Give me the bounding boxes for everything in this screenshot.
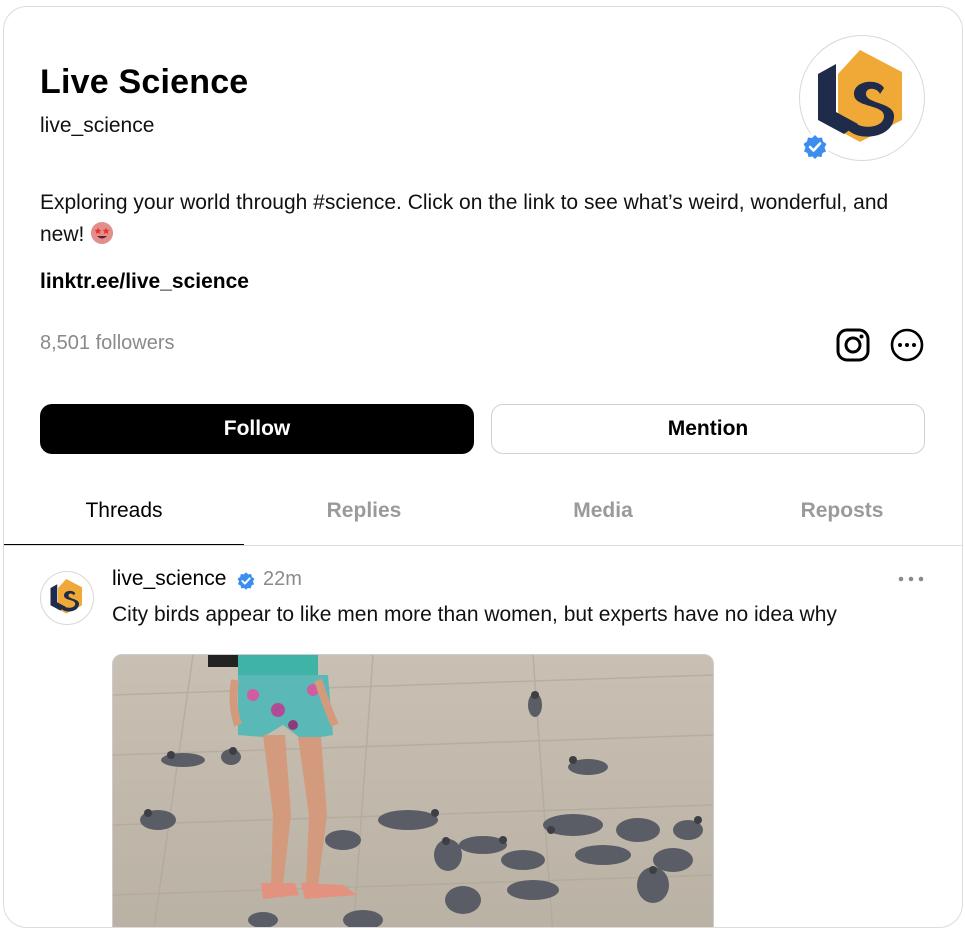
star-struck-emoji-icon: [91, 222, 114, 244]
profile-bio: Exploring your world through #science. C…: [40, 187, 920, 251]
profile-card: Live Science live_science Exploring your…: [3, 6, 963, 928]
post-timestamp[interactable]: 22m: [263, 568, 302, 591]
profile-tabs: Threads Replies Media Reposts: [4, 477, 962, 546]
tab-reposts[interactable]: Reposts: [722, 477, 962, 545]
tab-threads[interactable]: Threads: [4, 477, 244, 545]
instagram-icon[interactable]: [835, 327, 871, 363]
verified-badge-icon: [237, 572, 255, 590]
post-username[interactable]: live_science: [112, 567, 226, 591]
post-image[interactable]: [112, 654, 714, 927]
profile-name: Live Science: [40, 63, 249, 101]
profile-handle: live_science: [40, 114, 155, 137]
post-more-icon[interactable]: [896, 569, 926, 589]
profile-avatar[interactable]: [799, 35, 925, 161]
verified-badge-icon: [801, 133, 829, 161]
tab-media[interactable]: Media: [483, 477, 723, 545]
mention-button[interactable]: Mention: [491, 404, 925, 454]
more-options-icon[interactable]: [889, 327, 925, 363]
follow-button[interactable]: Follow: [40, 404, 474, 454]
profile-link[interactable]: linktr.ee/live_science: [40, 270, 249, 294]
post-text: City birds appear to like men more than …: [112, 603, 837, 626]
live-science-logo: [50, 579, 82, 614]
followers-count[interactable]: 8,501 followers: [40, 332, 175, 355]
tab-replies[interactable]: Replies: [244, 477, 484, 545]
bio-text: Exploring your world through #science. C…: [40, 191, 889, 246]
post-avatar[interactable]: [40, 571, 94, 625]
pigeons-photo: [113, 655, 713, 927]
